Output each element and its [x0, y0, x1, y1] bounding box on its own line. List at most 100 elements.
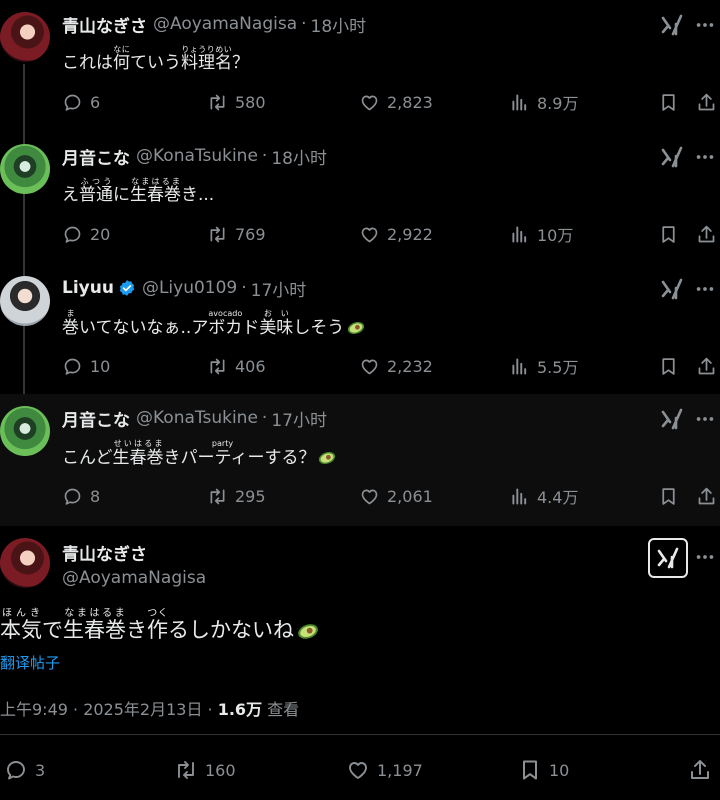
reply-button[interactable]: 20 [62, 222, 110, 246]
avatar[interactable] [0, 276, 50, 326]
action-bar: 6 580 2,823 8.9万 [62, 90, 720, 114]
translate-post-link[interactable]: 翻译帖子 [0, 652, 60, 673]
retweet-count: 769 [235, 224, 266, 244]
more-icon[interactable] [694, 14, 716, 36]
retweet-button[interactable]: 160 [174, 758, 236, 782]
retweet-button[interactable]: 406 [207, 354, 266, 378]
user-handle[interactable]: @AoyamaNagisa [62, 568, 206, 588]
tweet-header: 月音こな @KonaTsukine · 18小时 [62, 144, 327, 169]
reply-icon [62, 356, 83, 377]
reply-button[interactable]: 6 [62, 90, 100, 114]
tweet-header: 青山なぎさ @AoyamaNagisa · 18小时 [62, 12, 367, 37]
tweet-text: え普通ふつうに生春巻なまはるまき... [62, 177, 215, 205]
avatar[interactable] [0, 12, 50, 62]
divider [0, 734, 720, 735]
grok-button[interactable] [648, 538, 688, 578]
timestamp[interactable]: 18小时 [311, 12, 367, 37]
user-handle[interactable]: @KonaTsukine [136, 146, 258, 166]
share-icon [696, 486, 717, 507]
bookmark-button[interactable] [658, 90, 679, 114]
reply-tweet-1[interactable]: 青山なぎさ @AoyamaNagisa · 18小时 これは何なにていう料理名り… [0, 0, 720, 132]
share-button[interactable] [696, 222, 717, 246]
tweet-meta: 上午9:49 · 2025年2月13日 · 1.6万 查看 [0, 696, 299, 720]
avatar[interactable] [0, 406, 50, 456]
user-handle[interactable]: @KonaTsukine [136, 408, 258, 428]
like-button[interactable]: 2,061 [359, 484, 433, 508]
share-icon [696, 356, 717, 377]
tweet-text: これは何なにていう料理名りょうりめい？ [62, 45, 249, 73]
more-icon[interactable] [694, 146, 716, 168]
timestamp[interactable]: 18小时 [271, 144, 327, 169]
action-bar: 3 160 1,197 10 [0, 758, 720, 784]
like-count: 2,922 [387, 224, 433, 244]
views-icon [509, 224, 530, 245]
display-name[interactable]: 青山なぎさ [62, 540, 147, 565]
reply-button[interactable]: 10 [62, 354, 110, 378]
retweet-button[interactable]: 769 [207, 222, 266, 246]
grok-icon[interactable] [660, 408, 684, 430]
like-count: 2,232 [387, 356, 433, 376]
bookmark-count: 10 [549, 760, 570, 780]
like-button[interactable]: 2,232 [359, 354, 433, 378]
verified-badge-icon[interactable] [118, 279, 136, 297]
post-timestamp[interactable]: 上午9:49 · 2025年2月13日 · [0, 700, 218, 719]
like-icon [359, 486, 380, 507]
share-icon [696, 92, 717, 113]
grok-icon [656, 547, 680, 569]
retweet-count: 580 [235, 92, 266, 112]
reply-button[interactable]: 3 [4, 758, 45, 782]
share-button[interactable] [696, 90, 717, 114]
views-button[interactable]: 8.9万 [509, 90, 578, 114]
display-name[interactable]: 月音こな [62, 144, 130, 169]
bookmark-button[interactable] [658, 354, 679, 378]
tweet-text: 巻まいてないなぁ..アボカドavocado美味おいしそう [62, 309, 366, 338]
tweet-text-content: こんど生春巻せいはるまきパーティーpartyする？ [62, 439, 316, 468]
bookmark-icon [658, 356, 679, 377]
avatar[interactable] [0, 538, 50, 588]
reply-count: 20 [90, 224, 111, 244]
bookmark-button[interactable] [658, 484, 679, 508]
grok-icon[interactable] [660, 14, 684, 36]
retweet-icon [207, 356, 228, 377]
reply-tweet-4[interactable]: 月音こな @KonaTsukine · 17小时 こんど生春巻せいはるまきパーテ… [0, 394, 720, 526]
retweet-button[interactable]: 295 [207, 484, 266, 508]
more-icon[interactable] [694, 278, 716, 300]
like-button[interactable]: 1,197 [346, 758, 423, 782]
user-handle[interactable]: @AoyamaNagisa [153, 14, 297, 34]
views-button[interactable]: 10万 [509, 222, 573, 246]
views-button[interactable]: 4.4万 [509, 484, 578, 508]
timestamp[interactable]: 17小时 [271, 406, 327, 431]
bookmark-button[interactable] [658, 222, 679, 246]
share-button[interactable] [688, 758, 712, 782]
like-button[interactable]: 2,823 [359, 90, 433, 114]
reply-button[interactable]: 8 [62, 484, 100, 508]
bookmark-button[interactable]: 10 [518, 758, 569, 782]
share-button[interactable] [696, 484, 717, 508]
reply-tweet-3[interactable]: Liyuu @Liyu0109 · 17小时 巻まいてないなぁ..アボカドavo… [0, 264, 720, 394]
retweet-count: 160 [205, 760, 236, 780]
more-icon[interactable] [694, 408, 716, 430]
timestamp[interactable]: 17小时 [251, 276, 307, 301]
reply-count: 3 [35, 760, 46, 780]
retweet-button[interactable]: 580 [207, 90, 266, 114]
user-handle[interactable]: @Liyu0109 [142, 278, 237, 298]
views-button[interactable]: 5.5万 [509, 354, 578, 378]
display-name[interactable]: 月音こな [62, 406, 130, 431]
bookmark-icon [658, 92, 679, 113]
grok-icon[interactable] [660, 146, 684, 168]
bookmark-icon [518, 758, 542, 782]
display-name[interactable]: 青山なぎさ [62, 12, 147, 37]
reply-tweet-2[interactable]: 月音こな @KonaTsukine · 18小时 え普通ふつうに生春巻なまはるま… [0, 132, 720, 264]
avatar[interactable] [0, 144, 50, 194]
action-bar: 20 769 2,922 10万 [62, 222, 720, 246]
action-bar: 10 406 2,232 5.5万 [62, 354, 720, 378]
main-tweet: 青山なぎさ @AoyamaNagisa 本気ほんきで生春巻なまはるまき作つくるし… [0, 526, 720, 800]
grok-icon[interactable] [660, 278, 684, 300]
more-icon[interactable] [694, 546, 716, 568]
display-name[interactable]: Liyuu [62, 278, 114, 298]
like-button[interactable]: 2,922 [359, 222, 433, 246]
action-bar: 8 295 2,061 4.4万 [62, 484, 720, 508]
retweet-icon [174, 758, 198, 782]
share-button[interactable] [696, 354, 717, 378]
like-count: 1,197 [377, 760, 423, 780]
